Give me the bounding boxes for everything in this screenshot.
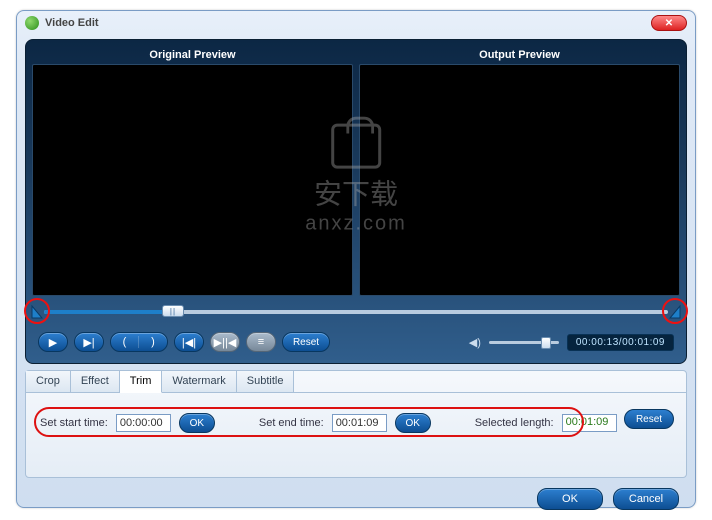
app-icon	[25, 16, 39, 30]
highlight-start-marker	[24, 298, 50, 324]
tab-crop[interactable]: Crop	[26, 371, 71, 392]
trim-row: Set start time: OK Set end time: OK Sele…	[40, 413, 672, 433]
start-ok-button[interactable]: OK	[179, 413, 215, 433]
tab-effect[interactable]: Effect	[71, 371, 120, 392]
start-time-label: Set start time:	[40, 417, 108, 429]
highlight-end-marker	[662, 298, 688, 324]
end-time-input[interactable]	[332, 414, 387, 432]
reset-playback-button[interactable]: Reset	[282, 332, 330, 352]
end-ok-button[interactable]: OK	[395, 413, 431, 433]
tab-subtitle[interactable]: Subtitle	[237, 371, 295, 392]
seek-start-icon: |◀|	[182, 336, 196, 349]
output-preview-video	[359, 64, 680, 296]
volume-slider[interactable]	[489, 341, 559, 344]
footer: OK Cancel	[17, 478, 695, 520]
timeline-fill	[44, 310, 172, 314]
window-title: Video Edit	[45, 17, 99, 29]
selected-length-label: Selected length:	[475, 417, 554, 429]
preview-panel: Original Preview Output Preview 安下载 anxz…	[25, 39, 687, 364]
timeline-playhead[interactable]: ||	[162, 305, 184, 317]
selected-length-value: 00:01:09	[562, 414, 617, 432]
titlebar: Video Edit ✕	[17, 11, 695, 35]
output-preview-label: Output Preview	[479, 46, 560, 64]
playback-controls: ▶ ▶| ( ) |◀| ▶||◀ ≡ Reset ◀) 00:00:13/00…	[34, 332, 678, 352]
volume-icon: ◀)	[469, 336, 481, 349]
tab-trim[interactable]: Trim	[120, 371, 163, 393]
center-icon: ≡	[258, 336, 264, 348]
volume-area: ◀) 00:00:13/00:01:09	[469, 334, 674, 351]
trim-tab-content: Set start time: OK Set end time: OK Sele…	[26, 393, 686, 453]
tab-watermark[interactable]: Watermark	[162, 371, 236, 392]
center-button[interactable]: ≡	[246, 332, 276, 352]
start-time-input[interactable]	[116, 414, 171, 432]
play-icon: ▶	[49, 336, 57, 349]
play-button[interactable]: ▶	[38, 332, 68, 352]
seek-start-button[interactable]: |◀|	[174, 332, 204, 352]
prev-next-button[interactable]: ▶||◀	[210, 332, 240, 352]
end-time-label: Set end time:	[259, 417, 324, 429]
preview-row: Original Preview Output Preview	[32, 46, 680, 296]
original-preview-label: Original Preview	[149, 46, 235, 64]
time-display: 00:00:13/00:01:09	[567, 334, 674, 351]
trim-reset-button[interactable]: Reset	[624, 409, 674, 429]
ok-button[interactable]: OK	[537, 488, 603, 510]
video-edit-window: Video Edit ✕ Original Preview Output Pre…	[16, 10, 696, 508]
original-preview-col: Original Preview	[32, 46, 353, 296]
edit-tabs-panel: Crop Effect Trim Watermark Subtitle Set …	[25, 370, 687, 478]
cancel-button[interactable]: Cancel	[613, 488, 679, 510]
tab-strip: Crop Effect Trim Watermark Subtitle	[26, 371, 686, 393]
bracket-in-icon: (	[111, 336, 139, 348]
bracket-out-icon: )	[139, 336, 167, 348]
timeline[interactable]: ||	[34, 304, 678, 320]
next-frame-button[interactable]: ▶|	[74, 332, 104, 352]
output-preview-col: Output Preview	[359, 46, 680, 296]
set-in-out-button[interactable]: ( )	[110, 332, 168, 352]
close-button[interactable]: ✕	[651, 15, 687, 31]
next-icon: ▶|	[83, 336, 94, 349]
original-preview-video	[32, 64, 353, 296]
prevnext-icon: ▶||◀	[214, 336, 237, 349]
